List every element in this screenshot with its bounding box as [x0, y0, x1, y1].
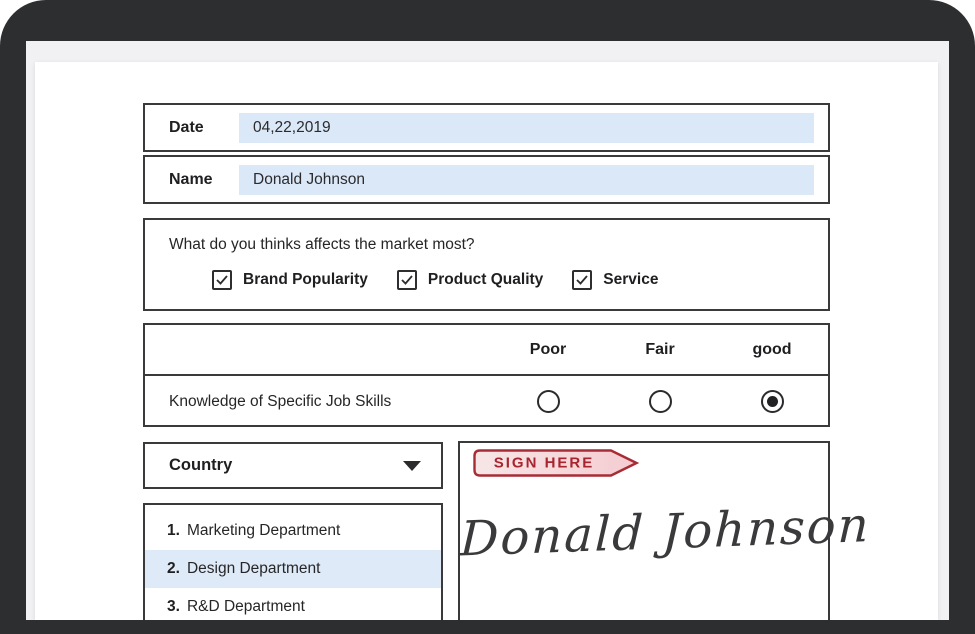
- sign-here-label: SIGN HERE: [473, 455, 615, 472]
- checkbox-options-row: Brand Popularity Product Quality Service: [212, 270, 658, 290]
- question-text: What do you thinks affects the market mo…: [169, 236, 475, 254]
- market-question-section: What do you thinks affects the market mo…: [143, 218, 830, 311]
- country-dropdown-label: Country: [145, 456, 402, 475]
- checkbox-checked[interactable]: [212, 270, 232, 290]
- date-field-row: Date 04,22,2019: [143, 103, 830, 152]
- option-service[interactable]: Service: [572, 270, 658, 290]
- rating-table: Poor Fair good Knowledge of Specific Job…: [143, 323, 830, 427]
- list-item-rd[interactable]: 3. R&D Department: [145, 588, 441, 620]
- rating-row: Knowledge of Specific Job Skills: [145, 376, 828, 427]
- device-frame: Date 04,22,2019 Name Donald Johnson What…: [0, 0, 975, 634]
- date-label: Date: [145, 119, 239, 137]
- radio-fair[interactable]: [649, 390, 672, 413]
- option-label: Product Quality: [428, 271, 543, 289]
- option-brand-popularity[interactable]: Brand Popularity: [212, 270, 368, 290]
- country-dropdown[interactable]: Country: [143, 442, 443, 489]
- list-item-label: Design Department: [187, 560, 321, 578]
- rating-row-label: Knowledge of Specific Job Skills: [145, 393, 492, 411]
- check-icon: [401, 275, 413, 285]
- check-icon: [576, 275, 588, 285]
- option-label: Service: [603, 271, 658, 289]
- list-item-design-selected[interactable]: 2. Design Department: [145, 550, 441, 588]
- checkbox-checked[interactable]: [572, 270, 592, 290]
- column-header-fair: Fair: [604, 341, 716, 359]
- radio-good-selected[interactable]: [761, 390, 784, 413]
- column-header-poor: Poor: [492, 341, 604, 359]
- rating-header-row: Poor Fair good: [145, 325, 828, 376]
- list-item-label: R&D Department: [187, 598, 305, 616]
- name-label: Name: [145, 171, 239, 189]
- device-screen: Date 04,22,2019 Name Donald Johnson What…: [26, 41, 949, 620]
- name-field-row: Name Donald Johnson: [143, 155, 830, 204]
- name-input[interactable]: Donald Johnson: [239, 165, 814, 195]
- list-item-marketing[interactable]: 1. Marketing Department: [145, 512, 441, 550]
- list-item-label: Marketing Department: [187, 522, 340, 540]
- date-input[interactable]: 04,22,2019: [239, 113, 814, 143]
- option-product-quality[interactable]: Product Quality: [397, 270, 543, 290]
- chevron-down-icon: [402, 460, 422, 472]
- option-label: Brand Popularity: [243, 271, 368, 289]
- column-header-good: good: [716, 341, 828, 359]
- radio-poor[interactable]: [537, 390, 560, 413]
- signature-panel[interactable]: SIGN HERE Donald Johnson: [458, 441, 830, 620]
- list-item-number: 3.: [167, 598, 180, 616]
- checkbox-checked[interactable]: [397, 270, 417, 290]
- list-item-number: 1.: [167, 522, 180, 540]
- sign-here-badge[interactable]: SIGN HERE: [473, 449, 639, 477]
- list-item-number: 2.: [167, 560, 180, 578]
- department-list: 1. Marketing Department 2. Design Depart…: [143, 503, 443, 620]
- check-icon: [216, 275, 228, 285]
- signature-text: Donald Johnson: [459, 499, 829, 568]
